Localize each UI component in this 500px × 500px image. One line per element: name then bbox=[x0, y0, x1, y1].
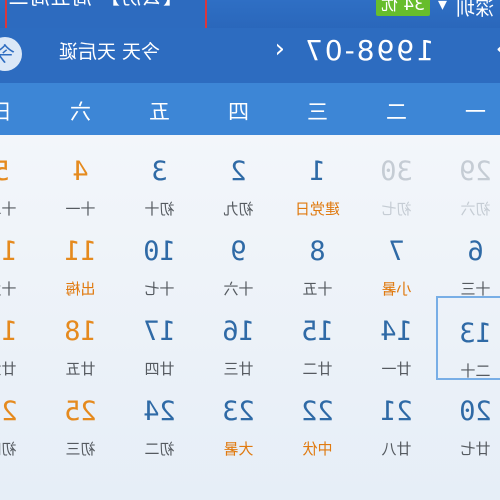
date-cell[interactable]: 12十九 bbox=[0, 216, 41, 300]
city-dropdown-icon[interactable]: ▾ bbox=[438, 0, 447, 15]
prev-month-button[interactable]: ‹ bbox=[275, 34, 285, 64]
day-number: 25 bbox=[64, 396, 97, 427]
city-label[interactable]: 深圳 bbox=[456, 0, 494, 21]
date-cell[interactable]: 4 十一 bbox=[41, 136, 120, 220]
day-number: 3 bbox=[151, 156, 168, 187]
date-cell[interactable]: 23 大暑 bbox=[199, 376, 278, 460]
weekday-label: 三 bbox=[307, 100, 328, 124]
date-cell[interactable]: 19廿六 bbox=[0, 296, 41, 380]
day-number: 21 bbox=[380, 396, 413, 427]
weekday-label: 一 bbox=[465, 100, 486, 124]
date-cell[interactable]: 11 出梅 bbox=[41, 216, 120, 300]
day-number: 22 bbox=[301, 396, 334, 427]
date-cell[interactable]: 13 二十 bbox=[436, 296, 500, 380]
day-number: 4 bbox=[72, 156, 89, 187]
lunar-date: 初四 bbox=[0, 440, 17, 458]
calendar-view: 深圳 ▾ 34 优 【公历】 周五周二 › 1998-07 ‹ 今天 天后诞 今… bbox=[0, 0, 500, 500]
date-cell[interactable]: 6 十三 bbox=[436, 216, 500, 300]
day-number: 12 bbox=[0, 236, 18, 267]
date-cell[interactable]: 25 初三 bbox=[41, 376, 120, 460]
day-number: 11 bbox=[64, 236, 97, 267]
day-number: 23 bbox=[222, 396, 255, 427]
lunar-date: 廿七 bbox=[460, 440, 491, 458]
weekday-label: 五 bbox=[149, 100, 170, 124]
date-cell[interactable]: 7 小暑 bbox=[357, 216, 436, 300]
date-cell[interactable]: 2 初九 bbox=[199, 136, 278, 220]
day-number: 9 bbox=[230, 236, 247, 267]
day-number: 18 bbox=[64, 316, 97, 347]
weekday-label: 二 bbox=[386, 100, 407, 124]
day-number: 19 bbox=[0, 316, 18, 347]
date-cell[interactable]: 20 廿七 bbox=[436, 376, 500, 460]
month-header: › 1998-07 ‹ 今天 天后诞 今 bbox=[0, 28, 500, 83]
day-number: 5 bbox=[0, 156, 41, 187]
day-number: 6 bbox=[467, 236, 484, 267]
day-number: 16 bbox=[222, 316, 255, 347]
date-cell[interactable]: 22 中伏 bbox=[278, 376, 357, 460]
date-cell[interactable]: 29 初六 bbox=[436, 136, 500, 220]
day-number: 17 bbox=[143, 316, 176, 347]
date-cell[interactable]: 18 廿五 bbox=[41, 296, 120, 380]
day-number: 15 bbox=[301, 316, 334, 347]
lunar-date: 初三 bbox=[65, 440, 96, 458]
today-icon[interactable]: 今 bbox=[0, 37, 22, 71]
lunar-date: 廿八 bbox=[381, 440, 412, 458]
date-grid: 29初六30初七1建党日2初九3初十4十一5十二 6十三7小暑8十五9十六10十七… bbox=[0, 135, 500, 500]
aqi-badge: 34 优 bbox=[375, 0, 430, 16]
day-number: 10 bbox=[143, 236, 176, 267]
date-cell[interactable]: 26 初四 bbox=[0, 376, 41, 460]
day-number: 24 bbox=[143, 396, 176, 427]
next-month-button[interactable]: › bbox=[496, 34, 500, 64]
weekday-label: 日 bbox=[0, 96, 41, 126]
lunar-date: 初二 bbox=[144, 440, 175, 458]
date-cell[interactable]: 21 廿八 bbox=[357, 376, 436, 460]
date-cell[interactable]: 15 廿二 bbox=[278, 296, 357, 380]
date-mode-label: 【公历】 周五周二 bbox=[8, 0, 183, 10]
weekday-label: 四 bbox=[228, 100, 249, 124]
day-number: 1 bbox=[309, 156, 326, 187]
day-number: 26 bbox=[0, 396, 18, 427]
today-festival-label: 今天 天后诞 bbox=[58, 41, 160, 63]
date-cell[interactable]: 8 十五 bbox=[278, 216, 357, 300]
day-number: 29 bbox=[459, 156, 492, 187]
date-cell[interactable]: 17 廿四 bbox=[120, 296, 199, 380]
day-number: 14 bbox=[380, 316, 413, 347]
lunar-date: 大暑 bbox=[223, 440, 254, 458]
date-cell[interactable]: 9 十六 bbox=[199, 216, 278, 300]
date-cell[interactable]: 10 十七 bbox=[120, 216, 199, 300]
date-cell[interactable]: 3 初十 bbox=[120, 136, 199, 220]
weekday-label: 六 bbox=[70, 100, 91, 124]
weekday-row: 一二三四五六日 bbox=[0, 83, 500, 135]
lunar-date: 中伏 bbox=[302, 440, 333, 458]
day-number: 30 bbox=[380, 156, 413, 187]
day-number: 20 bbox=[459, 396, 492, 427]
day-number: 13 bbox=[459, 318, 492, 349]
date-cell[interactable]: 30 初七 bbox=[357, 136, 436, 220]
date-cell[interactable]: 16 廿三 bbox=[199, 296, 278, 380]
date-cell[interactable]: 5十二 bbox=[0, 136, 41, 220]
day-number: 2 bbox=[230, 156, 247, 187]
day-number: 7 bbox=[388, 236, 405, 267]
date-cell[interactable]: 24 初二 bbox=[120, 376, 199, 460]
top-strip: 深圳 ▾ 34 优 【公历】 周五周二 bbox=[0, 0, 500, 32]
date-cell[interactable]: 1 建党日 bbox=[278, 136, 357, 220]
date-cell[interactable]: 14 廿一 bbox=[357, 296, 436, 380]
day-number: 8 bbox=[309, 236, 326, 267]
year-month-title[interactable]: 1998-07 bbox=[303, 34, 434, 67]
